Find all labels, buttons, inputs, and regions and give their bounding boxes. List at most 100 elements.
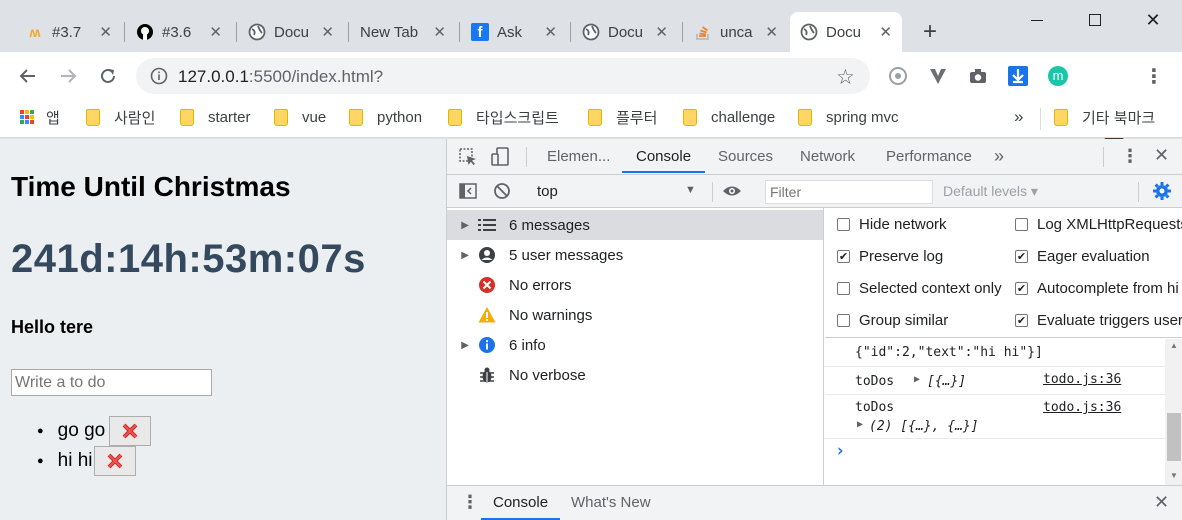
clear-console-icon[interactable] (493, 182, 511, 205)
close-icon[interactable]: ✕ (655, 23, 668, 41)
live-expression-eye-icon[interactable] (722, 182, 742, 205)
close-icon[interactable]: ✕ (544, 23, 557, 41)
setting-hide-network[interactable]: Hide network (837, 216, 947, 233)
setting-autocomplete-history[interactable]: ✔ Autocomplete from hi (1015, 280, 1179, 297)
bookmark-folder[interactable]: 사람인 (86, 106, 155, 128)
sidebar-item-info[interactable]: ▶ 6 info (447, 330, 823, 360)
browser-tab[interactable]: Docu ✕ (572, 12, 678, 52)
sidebar-item-verbose[interactable]: No verbose (447, 360, 823, 390)
context-dropdown-icon[interactable]: ▼ (685, 184, 696, 196)
close-icon[interactable]: ✕ (433, 23, 446, 41)
checkbox[interactable] (837, 314, 850, 327)
minimize-button[interactable] (1008, 0, 1066, 40)
bookmark-folder[interactable]: spring mvc (798, 106, 899, 128)
inspect-element-icon[interactable] (459, 148, 477, 171)
checkbox-checked[interactable]: ✔ (1015, 282, 1028, 295)
setting-eager-evaluation[interactable]: ✔ Eager evaluation (1015, 248, 1150, 265)
checkbox[interactable] (1015, 218, 1028, 231)
log-levels-dropdown[interactable]: Default levels ▾ (943, 183, 1038, 200)
expand-arrow-icon[interactable]: ▶ (914, 374, 920, 385)
sidebar-toggle-icon[interactable] (459, 182, 477, 205)
bookmark-folder[interactable]: starter (180, 106, 251, 128)
tab-strip: ʍ #3.7 ✕ #3.6 ✕ Docu ✕ New Tab ✕ f Ask ✕… (0, 0, 1182, 52)
camera-icon[interactable] (964, 62, 992, 90)
source-link[interactable]: todo.js:36 (1043, 400, 1121, 415)
close-icon[interactable]: ✕ (879, 23, 892, 41)
browser-tab[interactable]: f Ask ✕ (461, 12, 567, 52)
close-icon[interactable]: ✕ (321, 23, 334, 41)
checkbox[interactable] (837, 218, 850, 231)
drawer-tab-console[interactable]: Console (481, 486, 561, 520)
checkbox-checked[interactable]: ✔ (837, 250, 850, 263)
bookmark-folder[interactable]: 플루터 (588, 106, 657, 128)
browser-tab[interactable]: ʍ #3.7 ✕ (16, 12, 122, 52)
console-object-preview[interactable]: (2) [{…}, {…}] (869, 419, 979, 434)
checkbox-checked[interactable]: ✔ (1015, 250, 1028, 263)
scrollbar-thumb[interactable] (1167, 413, 1181, 461)
tab-performance[interactable]: Performance (886, 139, 972, 173)
console-scrollbar[interactable]: ▲ ▼ (1165, 339, 1182, 485)
sidebar-item-errors[interactable]: No errors (447, 270, 823, 300)
tab-network[interactable]: Network (800, 139, 855, 173)
bookmark-folder[interactable]: vue (274, 106, 326, 128)
tab-sources[interactable]: Sources (718, 139, 773, 173)
filter-input[interactable] (765, 180, 933, 204)
devtools-menu-icon[interactable]: ⋮ (1121, 146, 1139, 167)
maximize-button[interactable] (1066, 0, 1124, 40)
delete-todo-button[interactable] (109, 416, 152, 446)
sidebar-item-messages[interactable]: ▶ 6 messages (447, 210, 823, 240)
more-tabs-button[interactable]: » (994, 139, 1004, 173)
bookmark-folder[interactable]: 타입스크립트 (448, 106, 559, 128)
address-bar[interactable]: 127.0.0.1:5500/index.html? ☆ (136, 58, 870, 94)
tab-console[interactable]: Console (622, 139, 706, 173)
reload-button[interactable] (94, 62, 122, 90)
console-object-preview[interactable]: [{…}] (927, 374, 966, 389)
drawer-menu-icon[interactable]: ⋮ (461, 492, 479, 513)
extension-circle-icon[interactable] (884, 62, 912, 90)
new-tab-button[interactable]: + (916, 18, 944, 46)
setting-evaluate-triggers-user-activation[interactable]: ✔ Evaluate triggers user (1015, 312, 1182, 329)
browser-tab[interactable]: #3.6 ✕ (126, 12, 232, 52)
window-close-button[interactable]: ✕ (1124, 0, 1182, 40)
context-selector[interactable]: top (537, 183, 558, 200)
sidebar-item-warnings[interactable]: No warnings (447, 300, 823, 330)
devtools-close-icon[interactable]: ✕ (1154, 145, 1169, 166)
setting-log-xmlhttprequests[interactable]: Log XMLHttpRequests (1015, 216, 1182, 233)
bookmark-star-icon[interactable]: ☆ (836, 65, 855, 90)
close-icon[interactable]: ✕ (765, 23, 778, 41)
source-link[interactable]: todo.js:36 (1043, 372, 1121, 387)
menu-kebab-icon[interactable]: ⋮ (1140, 62, 1168, 90)
close-icon[interactable]: ✕ (209, 23, 222, 41)
browser-tab[interactable]: New Tab ✕ (350, 12, 456, 52)
bookmark-folder[interactable]: python (349, 106, 422, 128)
setting-group-similar[interactable]: Group similar (837, 312, 948, 329)
bookmarks-overflow-button[interactable]: » (1014, 106, 1023, 128)
delete-todo-button[interactable] (93, 446, 136, 476)
download-icon[interactable] (1004, 62, 1032, 90)
sidebar-item-user-messages[interactable]: ▶ 5 user messages (447, 240, 823, 270)
forward-button[interactable] (54, 62, 82, 90)
setting-preserve-log[interactable]: ✔ Preserve log (837, 248, 943, 265)
other-bookmarks-folder[interactable]: 기타 북마크 (1054, 106, 1155, 128)
bookmark-folder[interactable]: challenge (683, 106, 775, 128)
tab-elements[interactable]: Elemen... (547, 139, 610, 173)
browser-tab-active[interactable]: Docu ✕ (790, 12, 902, 52)
drawer-tab-whats-new[interactable]: What's New (571, 486, 651, 520)
device-toolbar-icon[interactable] (491, 147, 511, 172)
back-button[interactable] (14, 62, 42, 90)
expand-arrow-icon[interactable]: ▶ (857, 419, 863, 430)
setting-selected-context-only[interactable]: Selected context only (837, 280, 1002, 297)
apps-bookmark[interactable]: 앱 (20, 106, 60, 128)
checkbox[interactable] (837, 282, 850, 295)
info-icon[interactable] (150, 67, 168, 90)
browser-tab[interactable]: unca ✕ (684, 12, 788, 52)
checkbox-checked[interactable]: ✔ (1015, 314, 1028, 327)
browser-tab[interactable]: Docu ✕ (238, 12, 344, 52)
todo-input[interactable] (11, 369, 212, 396)
drawer-close-icon[interactable]: ✕ (1154, 492, 1169, 513)
console-settings-gear-icon[interactable] (1152, 181, 1172, 206)
extension-v-icon[interactable] (924, 62, 952, 90)
console-prompt[interactable]: › (825, 439, 1165, 485)
extension-m-icon[interactable]: m (1044, 62, 1072, 90)
close-icon[interactable]: ✕ (99, 23, 112, 41)
